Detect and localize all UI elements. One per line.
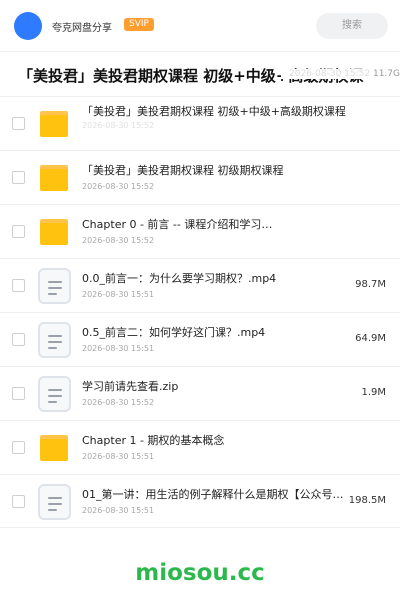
select-checkbox[interactable] — [12, 171, 25, 184]
item-name: 0.0_前言一：为什么要学习期权？.mp4 — [82, 272, 277, 285]
avatar[interactable] — [14, 12, 42, 40]
document-icon — [38, 376, 71, 412]
folder-icon — [40, 165, 68, 191]
select-checkbox[interactable] — [12, 387, 25, 400]
title-bar: 「美投君」美投君期权课程 初级+中级+高级期权课 2026-08-30 15:5… — [0, 52, 400, 96]
item-date: 2026-08-30 15:51 — [82, 290, 155, 299]
list-item[interactable]: Chapter 1 - 期权的基本概念 2026-08-30 15:51 — [0, 420, 400, 474]
folder-icon — [40, 111, 68, 137]
list-item[interactable]: 学习前请先查看.zip 2026-08-30 15:52 1.9M — [0, 366, 400, 420]
list-item[interactable]: 0.5_前言二：如何学好这门课？.mp4 2026-08-30 15:51 64… — [0, 312, 400, 366]
title-size: 11.7G — [372, 69, 400, 79]
select-checkbox[interactable] — [12, 279, 25, 292]
item-name: 「美投君」美投君期权课程 初级期权课程 — [82, 164, 284, 177]
list-item[interactable]: 「美投君」美投君期权课程 初级+中级+高级期权课程 2026-08-30 15:… — [0, 96, 400, 150]
item-name: Chapter 1 - 期权的基本概念 — [82, 434, 225, 447]
file-list: 「美投君」美投君期权课程 初级+中级+高级期权课程 2026-08-30 15:… — [0, 96, 400, 528]
site-watermark: miosou.cc — [135, 560, 265, 586]
title-date: 2026-08-30 15:52 — [289, 69, 371, 79]
item-name: Chapter 0 - 前言 -- 课程介绍和学习… — [82, 218, 273, 231]
document-icon — [38, 484, 71, 520]
item-name: 0.5_前言二：如何学好这门课？.mp4 — [82, 326, 266, 339]
item-date: 2026-08-30 15:51 — [82, 506, 155, 515]
select-checkbox[interactable] — [12, 333, 25, 346]
list-item[interactable]: Chapter 0 - 前言 -- 课程介绍和学习… 2026-08-30 15… — [0, 204, 400, 258]
folder-icon — [40, 219, 68, 245]
top-header: 夸克网盘分享 SVIP 搜索 — [0, 0, 400, 52]
item-size: 1.9M — [361, 387, 386, 398]
svip-badge: SVIP — [124, 18, 154, 31]
list-item[interactable]: 01_第一讲：用生活的例子解释什么是期权【公众号：… 2026-08-30 15… — [0, 474, 400, 528]
folder-icon — [40, 435, 68, 461]
item-size: 198.5M — [348, 495, 386, 506]
item-date: 2026-08-30 15:51 — [82, 452, 155, 461]
item-size: 98.7M — [355, 279, 386, 290]
item-date: 2026-08-30 15:52 — [82, 121, 155, 130]
item-date: 2026-08-30 15:52 — [82, 236, 155, 245]
item-date: 2026-08-30 15:52 — [82, 182, 155, 191]
list-item[interactable]: 「美投君」美投君期权课程 初级期权课程 2026-08-30 15:52 — [0, 150, 400, 204]
item-size: 64.9M — [355, 333, 386, 344]
item-date: 2026-08-30 15:52 — [82, 398, 155, 407]
app-name: 夸克网盘分享 — [52, 23, 112, 34]
select-checkbox[interactable] — [12, 117, 25, 130]
title-meta: 2026-08-30 15:52 11.7G — [281, 69, 400, 79]
select-checkbox[interactable] — [12, 441, 25, 454]
select-checkbox[interactable] — [12, 225, 25, 238]
select-checkbox[interactable] — [12, 495, 25, 508]
list-item[interactable]: 0.0_前言一：为什么要学习期权？.mp4 2026-08-30 15:51 9… — [0, 258, 400, 312]
item-date: 2026-08-30 15:51 — [82, 344, 155, 353]
item-name: 01_第一讲：用生活的例子解释什么是期权【公众号：… — [82, 488, 344, 501]
item-name: 学习前请先查看.zip — [82, 380, 179, 393]
document-icon — [38, 268, 71, 304]
search-button[interactable]: 搜索 — [316, 13, 388, 39]
document-icon — [38, 322, 71, 358]
